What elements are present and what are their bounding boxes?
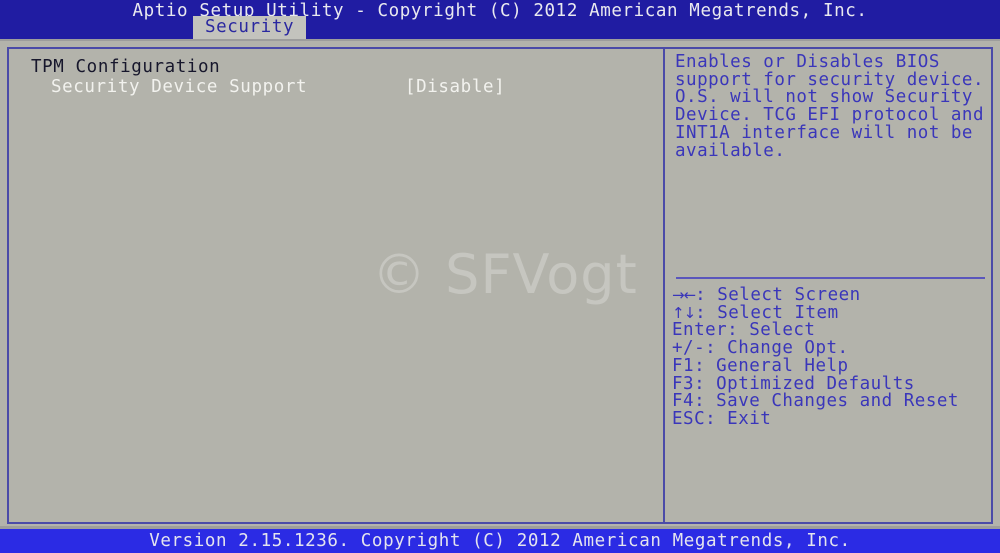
tab-security[interactable]: Security: [193, 16, 307, 39]
legend-item-general-help: F1: General Help: [672, 355, 849, 376]
help-line: available.: [675, 140, 786, 161]
footer-version-text: Version 2.15.1236. Copyright (C) 2012 Am…: [149, 531, 851, 551]
help-pane: Enables or Disables BIOS support for sec…: [667, 49, 993, 522]
setting-row-security-device-support[interactable]: Security Device Support [Disable]: [9, 77, 661, 97]
bios-setup-screen: Aptio Setup Utility - Copyright (C) 2012…: [0, 0, 1000, 553]
arrow-up-down-icon: ↑↓: [672, 303, 696, 322]
legend-item-exit: ESC: Exit: [672, 408, 772, 429]
pane-divider: [663, 47, 665, 524]
help-line: INT1A interface will not be: [675, 122, 973, 143]
help-description: Enables or Disables BIOS support for sec…: [675, 53, 987, 161]
help-divider-rule: [676, 277, 985, 279]
arrow-left-right-icon: →←: [672, 286, 696, 304]
tab-bar: Security: [0, 16, 1000, 40]
footer-bar: Version 2.15.1236. Copyright (C) 2012 Am…: [0, 529, 1000, 553]
key-legend: →←: Select Screen ↑↓: Select Item Enter:…: [672, 286, 990, 429]
group-title-tpm-configuration: TPM Configuration: [31, 57, 221, 77]
setting-label-security-device-support: Security Device Support: [51, 77, 308, 97]
setting-value-security-device-support[interactable]: [Disable]: [405, 77, 505, 97]
settings-pane: TPM Configuration Security Device Suppor…: [9, 49, 661, 522]
